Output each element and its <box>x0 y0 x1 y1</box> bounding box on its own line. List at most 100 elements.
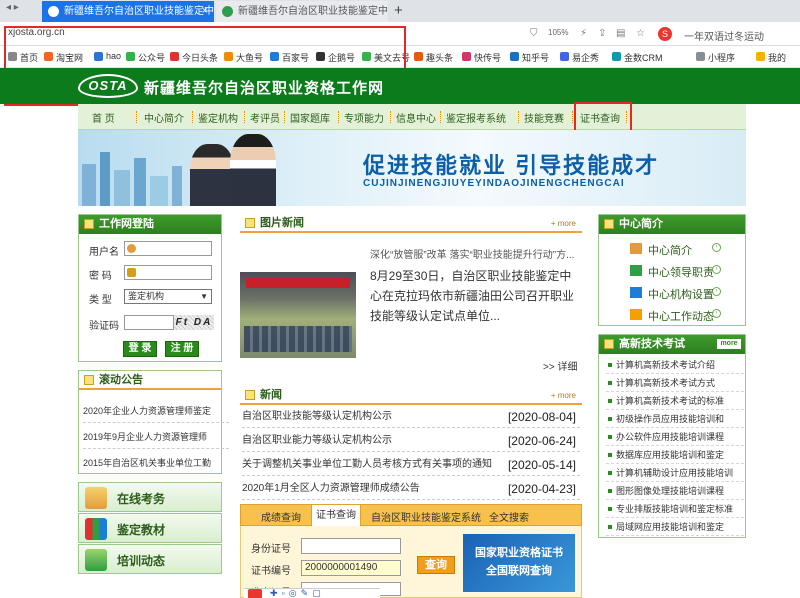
new-tab-button[interactable]: + <box>394 0 403 21</box>
tab-scroll-arrows[interactable]: ◂ ▸ <box>6 2 36 20</box>
news-more-link[interactable]: + more <box>551 386 576 405</box>
bookmark-item[interactable]: 知乎号 <box>510 51 549 64</box>
tech-exam-item[interactable]: 办公软件应用技能培训课程 <box>606 428 744 446</box>
folder-icon <box>245 390 255 400</box>
quick-link-textbooks[interactable]: 鉴定教材 <box>78 513 222 543</box>
reader-icon[interactable]: ▤ <box>616 28 625 39</box>
tab-cert-query[interactable]: 证书查询 <box>311 505 361 526</box>
person-man-image <box>230 134 276 206</box>
bookmark-item[interactable]: 快传号 <box>462 51 501 64</box>
tech-exam-item[interactable]: 图形图像处理技能培训课程 <box>606 482 744 500</box>
captcha-label: 验证码 <box>89 321 119 332</box>
nav-exam-system[interactable]: 鉴定报考系统 <box>446 110 506 125</box>
nav-examiners[interactable]: 考评员 <box>250 110 280 125</box>
register-button[interactable]: 注 册 <box>165 341 199 357</box>
chevron-down-icon: ▼ <box>200 292 208 301</box>
nav-skill-contest[interactable]: 技能竞赛 <box>524 110 564 125</box>
close-tab-icon[interactable]: × <box>202 1 208 22</box>
captcha-image[interactable]: Ft DA <box>174 315 214 330</box>
search-hint-text[interactable]: 一年双语过冬运动 <box>684 28 764 43</box>
tab-score-query[interactable]: 成绩查询 <box>261 509 301 524</box>
news-row[interactable]: 自治区职业能力等级认定机构公示 [2020-06-24] <box>242 430 580 452</box>
nav-divider <box>440 111 441 123</box>
site-favicon-icon <box>222 6 233 17</box>
search-engine-icon[interactable]: S <box>658 27 672 41</box>
bookmark-item[interactable]: 易企秀 <box>560 51 599 64</box>
login-button[interactable]: 登 录 <box>123 341 157 357</box>
intro-item[interactable]: 中心简介 › <box>630 242 721 258</box>
login-panel-header: 工作网登陆 <box>79 215 221 234</box>
tech-exam-item[interactable]: 计算机高新技术考试方式 <box>606 374 744 392</box>
tab-title: 新疆维吾尔自治区职业技能鉴定中心 <box>64 6 214 17</box>
share-icon[interactable]: ⇪ <box>598 28 606 39</box>
nav-agencies[interactable]: 鉴定机构 <box>198 110 238 125</box>
folder-icon <box>630 287 642 298</box>
national-cert-query-banner[interactable]: 国家职业资格证书 全国联网查询 <box>463 534 575 592</box>
center-intro-header: 中心简介 <box>599 215 745 234</box>
tech-exam-item[interactable]: 局域网应用技能培训和鉴定 <box>606 518 744 536</box>
shield-icon[interactable]: ⛉ <box>530 28 538 39</box>
browser-tab-strip: ◂ ▸ 新疆维吾尔自治区职业技能鉴定中心 × 新疆维吾尔自治区职业技能鉴定中心 … <box>0 0 800 22</box>
quick-link-online-exam[interactable]: 在线考务 <box>78 482 222 512</box>
news-row[interactable]: 自治区职业技能等级认定机构公示 [2020-08-04] <box>242 406 580 428</box>
intro-item[interactable]: 中心机构设置 › <box>630 286 721 302</box>
cert-number-input[interactable]: 2000000001490 <box>301 560 401 576</box>
detail-link[interactable]: >> 详细 <box>543 358 577 373</box>
picture-news-headline[interactable]: 深化“放管服”改革 落实“职业技能提升行动”方... <box>370 246 580 261</box>
news-photo[interactable] <box>240 272 356 358</box>
nav-question-bank[interactable]: 国家题库 <box>290 110 330 125</box>
books-icon <box>85 518 107 540</box>
type-select[interactable]: 鉴定机构 ▼ <box>124 289 212 304</box>
tab-appraisal-system[interactable]: 自治区职业技能鉴定系统 <box>371 509 481 524</box>
nav-divider <box>338 111 339 123</box>
notice-item[interactable]: 2019年9月企业人力资源管理师 <box>83 425 229 449</box>
notice-item[interactable]: 2020年企业人力资源管理师鉴定 <box>83 399 229 423</box>
tech-exam-item[interactable]: 初级操作员应用技能培训和 <box>606 410 744 428</box>
nav-info-center[interactable]: 信息中心 <box>396 110 436 125</box>
bookmark-item[interactable]: 金数CRM <box>612 51 663 64</box>
tech-exam-more-link[interactable]: more <box>717 339 741 349</box>
password-input[interactable] <box>124 265 212 280</box>
toolbar-tools-icon[interactable]: ✚▫◎✎▢ <box>270 588 325 598</box>
tech-exam-item[interactable]: 数据库应用技能培训和鉴定 <box>606 446 744 464</box>
lightning-icon[interactable]: ⚡ <box>580 28 587 39</box>
username-input[interactable] <box>124 241 212 256</box>
tech-exam-item[interactable]: 专业排版技能培训和鉴定标准 <box>606 500 744 518</box>
type-label: 类 型 <box>89 295 112 306</box>
intro-item[interactable]: 中心工作动态 › <box>630 308 721 324</box>
nav-center-intro[interactable]: 中心简介 <box>144 110 184 125</box>
bookmark-item[interactable]: 我的 <box>756 51 786 64</box>
intro-item[interactable]: 中心领导职责 › <box>630 264 721 280</box>
bookmark-item[interactable]: 小程序 <box>696 51 735 64</box>
osta-logo[interactable]: OSTA <box>78 74 138 98</box>
lock-icon <box>127 268 136 277</box>
tech-exam-item[interactable]: 计算机辅助设计应用技能培训 <box>606 464 744 482</box>
nav-special-ability[interactable]: 专项能力 <box>344 110 384 125</box>
nav-home[interactable]: 首 页 <box>92 110 115 125</box>
tech-exam-item[interactable]: 计算机高新技术考试的标准 <box>606 392 744 410</box>
zoom-level[interactable]: 105% <box>548 28 568 37</box>
folder-icon <box>604 219 614 229</box>
news-row[interactable]: 2020年1月全区人力资源管理师成绩公告 [2020-04-23] <box>242 478 580 500</box>
id-number-input[interactable] <box>301 538 401 554</box>
photo-banner <box>246 278 350 288</box>
notice-item[interactable]: 2015年自治区机关事业单位工勤 <box>83 451 229 475</box>
tech-exam-item[interactable]: 计算机高新技术考试介绍 <box>606 356 744 374</box>
tab-fulltext-search[interactable]: 全文搜索 <box>489 509 529 524</box>
browser-tab-active[interactable]: 新疆维吾尔自治区职业技能鉴定中心 × <box>42 1 214 22</box>
notice-panel-header: 滚动公告 <box>79 371 221 390</box>
hero-banner: 促进技能就业 引导技能成才 CUJINJINENGJIUYEYINDAOJINE… <box>78 130 746 206</box>
photo-audience <box>244 326 352 352</box>
arrow-right-icon: › <box>712 265 721 274</box>
app-logo-icon[interactable] <box>248 589 262 598</box>
query-button[interactable]: 查询 <box>417 556 455 574</box>
nav-divider <box>244 111 245 123</box>
user-icon <box>127 244 136 253</box>
browser-tab[interactable]: 新疆维吾尔自治区职业技能鉴定中心 <box>216 1 388 22</box>
star-icon[interactable]: ☆ <box>636 28 645 39</box>
quick-link-training[interactable]: 培训动态 <box>78 544 222 574</box>
news-row[interactable]: 关于调整机关事业单位工勤人员考核方式有关事项的通知 [2020-05-14] <box>242 454 580 476</box>
captcha-input[interactable] <box>124 315 174 330</box>
picture-news-more-link[interactable]: + more <box>551 214 576 233</box>
bookmark-item[interactable]: 趣头条 <box>414 51 453 64</box>
